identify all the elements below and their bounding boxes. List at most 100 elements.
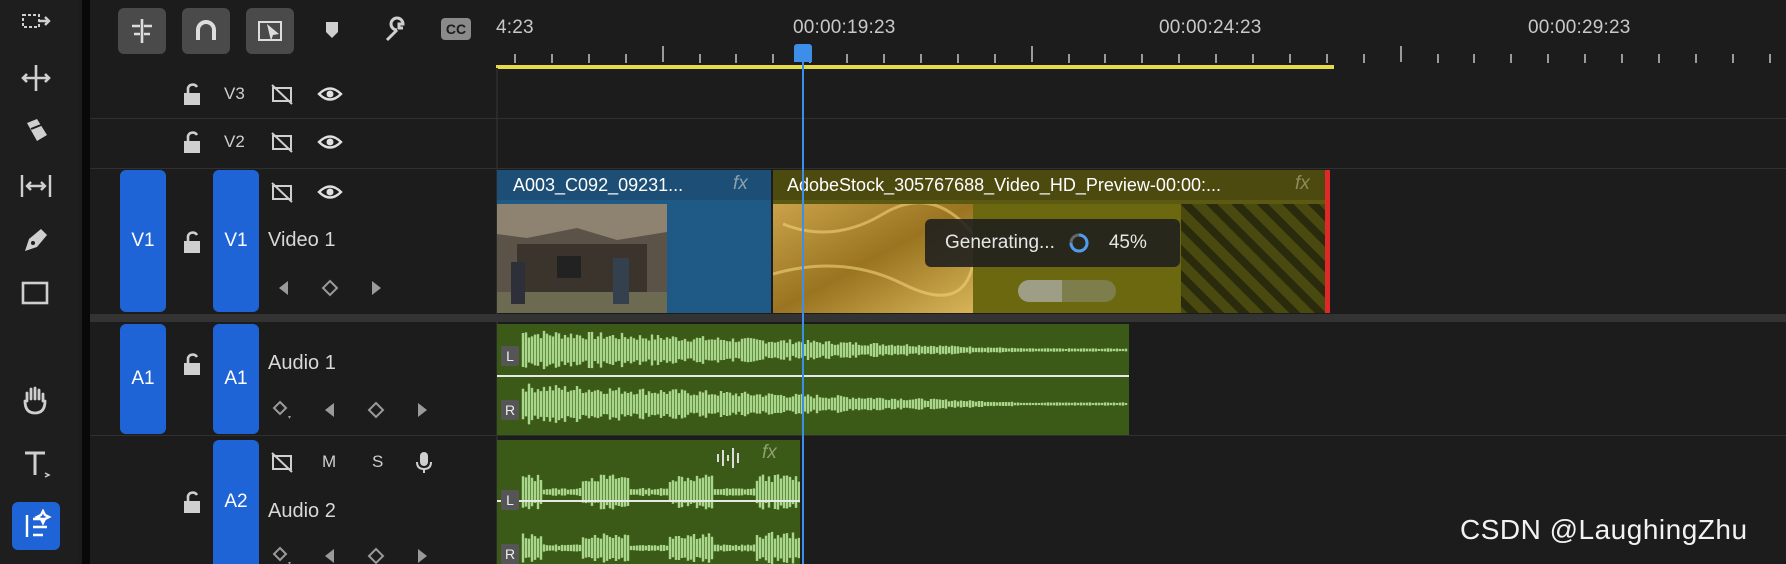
toggle-sync-lock-button[interactable]	[266, 78, 298, 110]
ruler-tick	[1067, 54, 1070, 63]
ruler-tick	[1104, 54, 1107, 63]
source-patch-v1[interactable]: V1	[120, 170, 166, 312]
voice-over-record-button[interactable]	[408, 446, 440, 478]
ruler-tick	[1215, 54, 1218, 63]
clip-thumbnail	[497, 204, 667, 313]
track-divider	[90, 435, 1786, 436]
time-ruler[interactable]: 4:23 00:00:19:23 00:00:24:23 00:00:29:23	[496, 0, 1786, 69]
previous-keyframe-button[interactable]	[314, 540, 346, 564]
track-target-a1[interactable]: A1	[213, 324, 259, 434]
panel-divider[interactable]	[82, 0, 90, 564]
triangle-left-icon	[279, 281, 288, 295]
keyframe-dropdown-icon	[272, 400, 291, 419]
toggle-track-output-button[interactable]	[314, 126, 346, 158]
audio-clip-2[interactable]: fx L R	[497, 440, 800, 564]
toggle-sync-lock-button[interactable]	[266, 176, 298, 208]
timecode-label: 00:00:29:23	[1528, 17, 1631, 38]
hand-tool[interactable]	[10, 378, 62, 422]
timecode-label: 4:23	[496, 17, 534, 38]
ruler-tick	[1547, 54, 1550, 63]
snap-magnet-icon	[196, 20, 216, 40]
type-tool[interactable]	[10, 442, 62, 486]
add-keyframe-mode-button[interactable]	[266, 394, 298, 426]
ruler-tick	[1510, 54, 1513, 63]
hand-icon	[23, 386, 47, 415]
left-channel-badge: L	[501, 346, 519, 366]
diamond-icon	[367, 547, 385, 564]
track-lock-button[interactable]	[176, 348, 208, 380]
ruler-tick	[1399, 46, 1402, 62]
track-lock-button[interactable]	[176, 78, 208, 110]
playhead-line[interactable]	[802, 52, 804, 564]
linked-selection-button[interactable]	[246, 8, 294, 54]
toggle-sync-lock-button[interactable]	[266, 446, 298, 478]
eye-icon	[317, 185, 343, 199]
audio-clip-1[interactable]: L R	[497, 324, 1129, 435]
generative-extend-tool[interactable]	[12, 502, 60, 550]
slip-tool[interactable]	[10, 164, 62, 208]
ruler-tick	[1473, 54, 1476, 63]
add-keyframe-button[interactable]	[360, 394, 392, 426]
ruler-tick	[1436, 54, 1439, 63]
toggle-sync-lock-button[interactable]	[266, 126, 298, 158]
fx-badge[interactable]: fx	[1295, 173, 1310, 195]
waveform-channel	[521, 531, 800, 564]
video-clip-a003[interactable]: A003_C092_09231... fx	[497, 170, 771, 313]
triangle-right-icon	[418, 403, 427, 417]
track-select-forward-tool[interactable]	[10, 2, 62, 46]
next-keyframe-button[interactable]	[406, 394, 438, 426]
ruler-tick	[919, 54, 922, 63]
insert-sequence-button[interactable]	[118, 8, 166, 54]
track-lock-button[interactable]	[176, 126, 208, 158]
toggle-track-output-button[interactable]	[314, 78, 346, 110]
clip-title: AdobeStock_305767688_Video_HD_Preview-00…	[773, 170, 1330, 200]
track-lock-button[interactable]	[176, 226, 208, 258]
timecode-label: 00:00:19:23	[793, 17, 896, 38]
ruler-tick	[1288, 54, 1291, 63]
audio-waveform	[521, 330, 1128, 425]
previous-keyframe-button[interactable]	[268, 272, 300, 304]
right-channel-badge: R	[501, 544, 519, 564]
generating-status: Generating... 45%	[925, 219, 1180, 267]
pen-tool[interactable]	[10, 218, 62, 262]
mute-track-button[interactable]: M	[322, 452, 336, 472]
add-keyframe-button[interactable]	[314, 272, 346, 304]
ruler-tick	[883, 54, 885, 63]
timeline-settings-button[interactable]	[377, 12, 413, 48]
rectangle-tool[interactable]	[10, 272, 62, 316]
captions-button[interactable]: CC	[441, 18, 471, 40]
track-lock-button[interactable]	[176, 486, 208, 518]
add-keyframe-button[interactable]	[360, 540, 392, 564]
channel-divider	[497, 375, 1129, 377]
razor-tool[interactable]	[10, 108, 62, 152]
ruler-tick	[587, 54, 590, 63]
generating-progress-bar	[1018, 280, 1116, 302]
linked-selection-icon	[258, 21, 282, 41]
track-name-audio-2: Audio 2	[268, 500, 336, 522]
toggle-track-output-button[interactable]	[314, 176, 346, 208]
track-target-v1[interactable]: V1	[213, 170, 259, 312]
previous-keyframe-button[interactable]	[314, 394, 346, 426]
fx-badge[interactable]: fx	[733, 173, 748, 195]
ripple-edit-tool[interactable]	[10, 56, 62, 100]
track-target-a2[interactable]: A2	[213, 440, 259, 564]
ruler-tick	[698, 54, 701, 63]
add-marker-button[interactable]	[314, 12, 350, 48]
snap-button[interactable]	[182, 8, 230, 54]
timecode-label: 00:00:24:23	[1159, 17, 1262, 38]
film-slash-icon	[271, 452, 293, 473]
ruler-tick	[846, 54, 849, 63]
eye-icon	[317, 135, 343, 149]
add-keyframe-mode-button[interactable]	[266, 540, 298, 564]
next-keyframe-button[interactable]	[406, 540, 438, 564]
ruler-tick	[550, 54, 553, 63]
solo-track-button[interactable]: S	[372, 452, 383, 472]
razor-icon	[27, 119, 47, 141]
track-name-video-1: Video 1	[268, 229, 336, 251]
video-audio-separator[interactable]	[90, 314, 1786, 322]
playhead-handle[interactable]	[794, 44, 812, 62]
source-patch-a1[interactable]: A1	[120, 324, 166, 434]
next-keyframe-button[interactable]	[360, 272, 392, 304]
ruler-tick	[1621, 54, 1623, 63]
ruler-tick	[1768, 54, 1771, 63]
